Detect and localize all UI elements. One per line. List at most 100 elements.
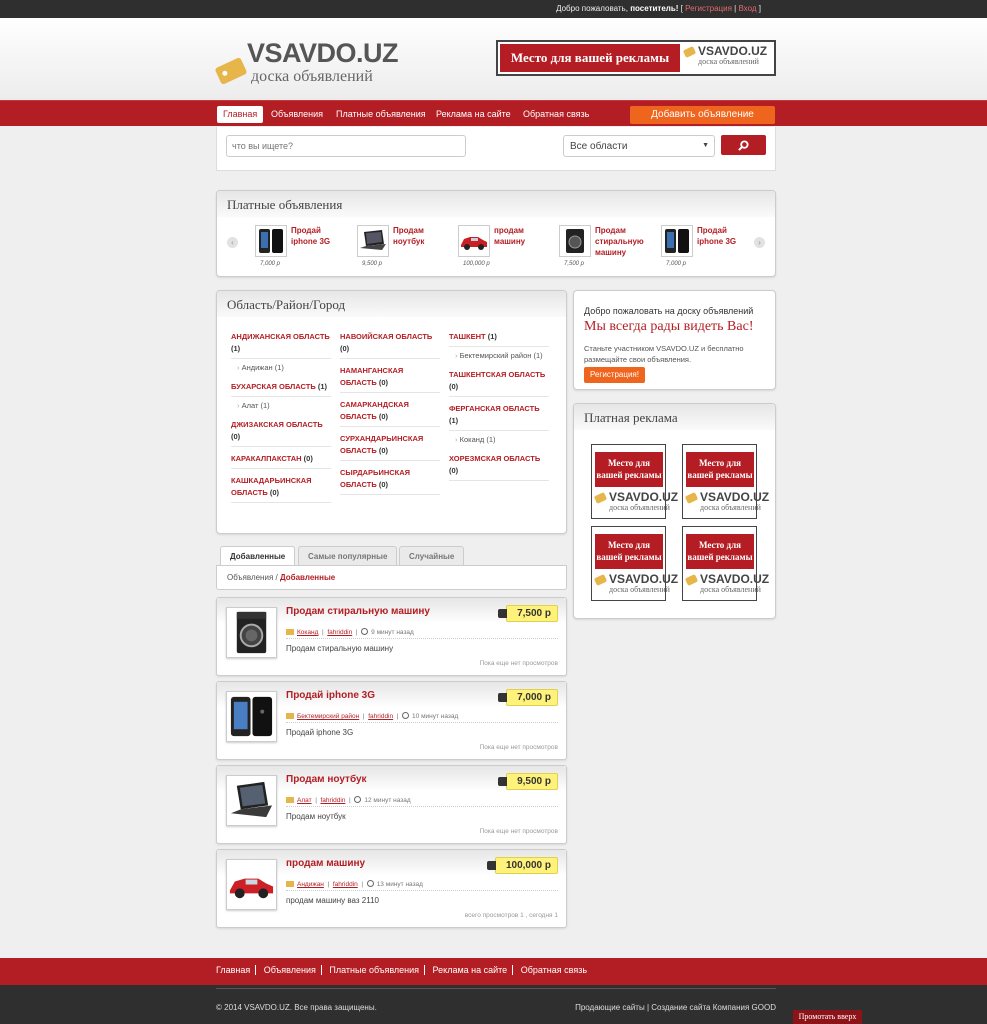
car-icon[interactable] xyxy=(226,859,277,910)
region-link[interactable]: НАМАНГАНСКАЯ ОБЛАСТЬ (0) xyxy=(340,365,440,393)
paid-item[interactable]: Продай iphone 3G 7,000 р xyxy=(661,225,751,275)
listing-tabs: Добавленные Самые популярные Случайные xyxy=(216,546,567,566)
scroll-to-top-button[interactable]: Промотать вверх xyxy=(793,1010,862,1024)
region-name[interactable]: КАРАКАЛПАКСТАН xyxy=(231,454,302,463)
listing-user[interactable]: fahriddin xyxy=(327,629,352,636)
nav-ads[interactable]: Объявления xyxy=(265,106,329,123)
ad-slot[interactable]: Место для вашей рекламы VSAVDO.UZ доска о… xyxy=(591,526,678,601)
footer-nav-paid-ads[interactable]: Платные объявления xyxy=(324,965,426,975)
nav-paid-ads[interactable]: Платные объявления xyxy=(330,106,432,123)
paid-item[interactable]: Продам ноутбук 9,500 р xyxy=(357,225,447,275)
ad-slot[interactable]: Место для вашей рекламы VSAVDO.UZ доска о… xyxy=(682,526,769,601)
region-name[interactable]: ХОРЕЗМСКАЯ ОБЛАСТЬ xyxy=(449,454,540,463)
copyright: © 2014 VSAVDO.UZ. Все права защищены. xyxy=(216,1003,377,1012)
subregion-link[interactable]: Бектемирский район (1) xyxy=(455,350,549,361)
region-name[interactable]: САМАРКАНДСКАЯ ОБЛАСТЬ xyxy=(340,400,409,421)
paid-ads-box: Платные объявления ‹ › Продай iphone 3G … xyxy=(216,190,776,277)
footer-nav-feedback[interactable]: Обратная связь xyxy=(516,965,592,975)
region-link[interactable]: САМАРКАНДСКАЯ ОБЛАСТЬ (0) xyxy=(340,399,440,427)
breadcrumb-parent[interactable]: Объявления xyxy=(227,573,273,582)
washer-icon xyxy=(559,225,591,257)
tab-random[interactable]: Случайные xyxy=(399,546,465,566)
region-name[interactable]: НАВОИЙСКАЯ ОБЛАСТЬ xyxy=(340,332,432,341)
laptop-icon[interactable] xyxy=(226,775,277,826)
nav-feedback[interactable]: Обратная связь xyxy=(517,106,595,123)
carousel-next-icon[interactable]: › xyxy=(754,237,765,248)
paid-item[interactable]: Продам стиральную машину 7,500 р xyxy=(559,225,649,275)
region-link[interactable]: ДЖИЗАКСКАЯ ОБЛАСТЬ (0) xyxy=(231,419,331,447)
region-link[interactable]: СЫРДАРЬИНСКАЯ ОБЛАСТЬ (0) xyxy=(340,467,440,495)
subregion-link[interactable]: Алат (1) xyxy=(237,400,331,411)
region-link[interactable]: ХОРЕЗМСКАЯ ОБЛАСТЬ (0) xyxy=(449,453,549,481)
subregion-link[interactable]: Коканд (1) xyxy=(455,434,549,445)
ad-slot-logo: VSAVDO.UZ доска объявлений xyxy=(686,573,769,594)
region-name[interactable]: ФЕРГАНСКАЯ ОБЛАСТЬ xyxy=(449,404,540,413)
footer-credit[interactable]: Продающие сайты | Создание сайта Компани… xyxy=(575,1003,776,1012)
ad-slot[interactable]: Место для вашей рекламы VSAVDO.UZ доска о… xyxy=(591,444,678,519)
region-name[interactable]: СЫРДАРЬИНСКАЯ ОБЛАСТЬ xyxy=(340,468,410,489)
region-link[interactable]: ТАШКЕНТ (1) xyxy=(449,331,549,347)
region-link[interactable]: КАРАКАЛПАКСТАН (0) xyxy=(231,453,331,469)
welcome-headline: Мы всегда рады видеть Вас! xyxy=(584,319,754,334)
listing-title[interactable]: Продай iphone 3G xyxy=(286,690,375,701)
region-name[interactable]: ТАШКЕНТ xyxy=(449,332,486,341)
paid-item-price: 9,500 р xyxy=(362,261,383,267)
region-name[interactable]: ДЖИЗАКСКАЯ ОБЛАСТЬ xyxy=(231,420,323,429)
region-name[interactable]: ТАШКЕНТСКАЯ ОБЛАСТЬ xyxy=(449,370,545,379)
footer-nav-home[interactable]: Главная xyxy=(216,965,257,975)
subregion-link[interactable]: Андижан (1) xyxy=(237,362,331,373)
search-button[interactable] xyxy=(721,135,766,155)
listing-meta: Алат | fahriddin | 12 минут назад xyxy=(286,796,411,804)
region-link[interactable]: АНДИЖАНСКАЯ ОБЛАСТЬ (1) xyxy=(231,331,331,359)
listing-location[interactable]: Бектемирский район xyxy=(297,713,359,720)
search-input[interactable] xyxy=(226,135,466,157)
paid-advertising-box: Платная реклама Место для вашей рекламы … xyxy=(573,403,776,619)
region-link[interactable]: НАВОИЙСКАЯ ОБЛАСТЬ (0) xyxy=(340,331,440,359)
header-ad-banner[interactable]: Место для вашей рекламы VSAVDO.UZ доска … xyxy=(496,40,776,76)
nav-advertising[interactable]: Реклама на сайте xyxy=(430,106,517,123)
listing-location[interactable]: Коканд xyxy=(297,629,318,636)
footer-nav-advertising[interactable]: Реклама на сайте xyxy=(427,965,514,975)
tab-popular[interactable]: Самые популярные xyxy=(298,546,398,566)
welcome-box: Добро пожаловать на доску объявлений Мы … xyxy=(573,290,776,390)
region-name[interactable]: БУХАРСКАЯ ОБЛАСТЬ xyxy=(231,382,316,391)
washer-icon[interactable] xyxy=(226,607,277,658)
listing-title[interactable]: продам машину xyxy=(286,858,365,869)
site-logo[interactable]: VSAVDO.UZ доска объявлений xyxy=(214,38,402,98)
region-count: (0) xyxy=(340,344,350,353)
nav-home[interactable]: Главная xyxy=(217,106,264,123)
region-select[interactable]: Все области ▼ xyxy=(563,135,715,157)
listing-card[interactable]: Продам ноутбук 9,500 р Алат | fahriddin … xyxy=(216,765,567,844)
region-link[interactable]: ТАШКЕНТСКАЯ ОБЛАСТЬ (0) xyxy=(449,369,549,397)
listing-card[interactable]: Продам стиральную машину 7,500 р Коканд … xyxy=(216,597,567,676)
region-name[interactable]: НАМАНГАНСКАЯ ОБЛАСТЬ xyxy=(340,366,403,387)
region-link[interactable]: КАШКАДАРЬИНСКАЯ ОБЛАСТЬ (0) xyxy=(231,475,331,503)
register-button[interactable]: Регистрация! xyxy=(584,367,645,383)
register-link[interactable]: Регистрация xyxy=(685,4,732,13)
listing-price: 9,500 р xyxy=(498,773,558,790)
paid-item[interactable]: продам машину 100,000 р xyxy=(458,225,548,275)
listing-views: Пока еще нет просмотров xyxy=(479,660,558,667)
listing-card[interactable]: Продай iphone 3G 7,000 р Бектемирский ра… xyxy=(216,681,567,760)
ad-slot[interactable]: Место для вашей рекламы VSAVDO.UZ доска о… xyxy=(682,444,769,519)
listing-user[interactable]: fahriddin xyxy=(333,881,358,888)
listing-title[interactable]: Продам ноутбук xyxy=(286,774,367,785)
login-link[interactable]: Вход xyxy=(738,4,756,13)
region-link[interactable]: ФЕРГАНСКАЯ ОБЛАСТЬ (1) xyxy=(449,403,549,431)
listing-location[interactable]: Андижан xyxy=(297,881,324,888)
listing-user[interactable]: fahriddin xyxy=(321,797,346,804)
paid-item[interactable]: Продай iphone 3G 7,000 р xyxy=(255,225,345,275)
listing-title[interactable]: Продам стиральную машину xyxy=(286,606,430,617)
welcome-text: Добро пожаловать, посетитель! [ Регистра… xyxy=(556,4,761,13)
footer-nav-ads[interactable]: Объявления xyxy=(258,965,322,975)
tab-added[interactable]: Добавленные xyxy=(220,546,296,566)
listing-location[interactable]: Алат xyxy=(297,797,312,804)
region-link[interactable]: БУХАРСКАЯ ОБЛАСТЬ (1) xyxy=(231,381,331,397)
phone-icon[interactable] xyxy=(226,691,277,742)
add-listing-button[interactable]: Добавить объявление xyxy=(630,106,775,124)
region-name[interactable]: АНДИЖАНСКАЯ ОБЛАСТЬ xyxy=(231,332,330,341)
listing-card[interactable]: продам машину 100,000 р Андижан | fahrid… xyxy=(216,849,567,928)
region-link[interactable]: СУРХАНДАРЬИНСКАЯ ОБЛАСТЬ (0) xyxy=(340,433,440,461)
carousel-prev-icon[interactable]: ‹ xyxy=(227,237,238,248)
listing-user[interactable]: fahriddin xyxy=(368,713,393,720)
